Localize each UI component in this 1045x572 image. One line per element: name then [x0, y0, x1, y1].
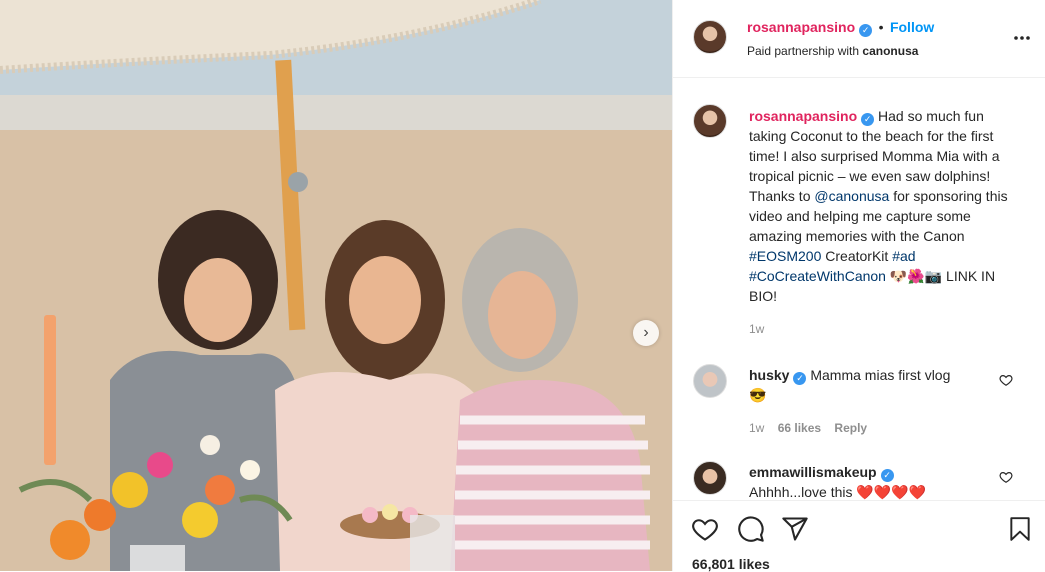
bookmark-icon[interactable]: [1007, 515, 1033, 543]
follow-button[interactable]: Follow: [890, 19, 934, 35]
post-photo[interactable]: ›: [0, 0, 672, 571]
comment-author-handle[interactable]: husky: [749, 367, 789, 383]
photo-illustration: [0, 0, 672, 571]
verified-badge-icon: ✓: [861, 113, 875, 126]
more-options-button[interactable]: [1012, 30, 1032, 46]
verified-badge-icon: ✓: [793, 372, 807, 385]
comment-author-handle[interactable]: emmawillismakeup: [749, 464, 877, 480]
verified-badge-icon: ✓: [859, 24, 873, 37]
comment-avatar[interactable]: [693, 461, 727, 495]
paid-partnership-line: Paid partnership with canonusa: [747, 44, 918, 58]
comment: emmawillismakeup ✓ Ahhhh...love this ❤️❤️…: [749, 462, 989, 502]
comment-time[interactable]: 1w: [749, 421, 764, 435]
post-side-panel: rosannapansino ✓ • Follow Paid partnershi…: [672, 0, 1045, 572]
comment-emoji: ❤️❤️❤️❤️: [856, 484, 927, 500]
hashtag-link[interactable]: #ad: [892, 248, 915, 264]
author-avatar[interactable]: [693, 20, 727, 54]
comment: husky ✓ Mamma mias first vlog 😎: [749, 365, 989, 405]
hashtag-link[interactable]: #CoCreateWithCanon: [749, 268, 886, 284]
more-horizontal-icon: [1014, 36, 1030, 40]
paid-partnership-label: Paid partnership with: [747, 44, 860, 58]
caption-author-avatar[interactable]: [693, 104, 727, 138]
verified-badge-icon: ✓: [880, 469, 894, 482]
like-icon[interactable]: [691, 515, 719, 543]
chevron-right-icon: ›: [643, 324, 649, 341]
caption-emojis: 🐶🌺📷: [889, 268, 943, 284]
reply-button[interactable]: Reply: [834, 421, 867, 435]
caption-text-3: CreatorKit: [825, 248, 889, 264]
author-handle[interactable]: rosannapansino: [747, 19, 855, 35]
separator-dot: •: [878, 19, 884, 35]
share-icon[interactable]: [781, 515, 809, 543]
partner-link[interactable]: canonusa: [862, 44, 918, 58]
comment-meta: 1w 66 likes Reply: [749, 421, 867, 435]
like-count[interactable]: 66,801 likes: [692, 556, 770, 572]
caption-time[interactable]: 1w: [749, 322, 764, 336]
heart-outline-icon[interactable]: [999, 373, 1013, 387]
comment-icon[interactable]: [737, 515, 765, 543]
hashtag-link[interactable]: #EOSM200: [749, 248, 821, 264]
comment-avatar[interactable]: [693, 364, 727, 398]
comment-likes[interactable]: 66 likes: [778, 421, 821, 435]
comment-text: Ahhhh...love this: [749, 484, 853, 500]
next-photo-button[interactable]: ›: [633, 320, 659, 346]
heart-outline-icon[interactable]: [999, 470, 1013, 484]
comment-emoji: 😎: [749, 387, 767, 403]
caption-author-handle[interactable]: rosannapansino: [749, 108, 857, 124]
comment-text: Mamma mias first vlog: [810, 367, 951, 383]
mention-link[interactable]: @canonusa: [814, 188, 889, 204]
caption: rosannapansino ✓ Had so much fun taking C…: [749, 106, 1011, 306]
post-header: rosannapansino ✓ • Follow Paid partnershi…: [673, 0, 1045, 78]
